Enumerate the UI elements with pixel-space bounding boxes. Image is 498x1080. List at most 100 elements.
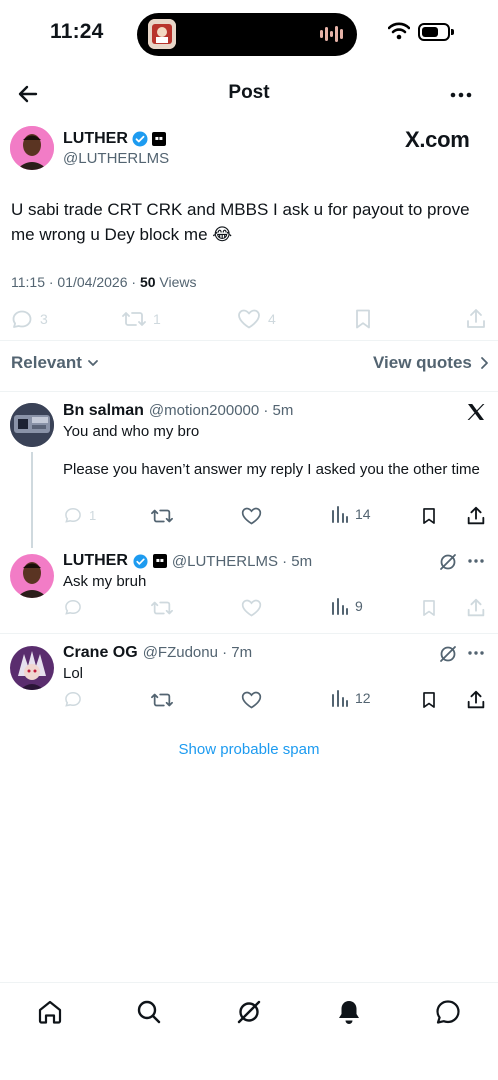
bookmark-button[interactable] — [419, 689, 439, 711]
divider — [0, 391, 498, 392]
more-icon[interactable] — [467, 644, 485, 662]
reply-header[interactable]: LUTHER ▪▪ @LUTHERLMS · 5m — [63, 552, 312, 570]
reply-button[interactable] — [63, 597, 83, 617]
home-icon[interactable] — [37, 999, 63, 1025]
heart-icon — [241, 507, 262, 525]
share-button[interactable] — [465, 505, 487, 527]
show-probable-spam-link[interactable]: Show probable spam — [0, 741, 498, 758]
like-button[interactable] — [240, 597, 263, 619]
reply-icon — [12, 310, 32, 328]
bookmark-button[interactable] — [351, 307, 375, 331]
views-button[interactable]: 12 — [331, 689, 371, 707]
heart-icon — [241, 691, 262, 709]
reply-avatar[interactable] — [10, 403, 54, 447]
reply-header[interactable]: Bn salman @motion200000 · 5m — [63, 402, 293, 420]
reply-avatar[interactable] — [10, 646, 54, 690]
repost-icon — [151, 509, 173, 523]
sort-dropdown[interactable]: Relevant — [11, 353, 100, 373]
like-button[interactable] — [240, 689, 263, 711]
author-name[interactable]: LUTHER — [63, 130, 128, 148]
repost-button[interactable] — [150, 689, 174, 711]
share-button[interactable] — [464, 307, 488, 331]
post-meta: 11:15 · 01/04/2026 · 50 Views — [11, 274, 197, 290]
repost-button[interactable] — [150, 597, 174, 619]
reply-name[interactable]: LUTHER — [63, 552, 128, 570]
views-count: 12 — [355, 690, 371, 706]
audio-waveform-icon — [320, 25, 346, 43]
reply-icon — [65, 507, 81, 523]
share-button[interactable] — [465, 689, 487, 711]
reply-text-line: Please you haven’t answer my reply I ask… — [63, 461, 480, 478]
grok-icon[interactable] — [236, 999, 262, 1025]
reply-button[interactable]: 1 — [63, 505, 96, 525]
bookmark-button[interactable] — [419, 505, 439, 527]
reply-action-bar: 1 14 — [0, 505, 498, 531]
views-count: 14 — [355, 506, 371, 522]
divider — [0, 633, 498, 634]
tab-bar-divider — [0, 982, 498, 983]
messages-icon[interactable] — [435, 999, 461, 1025]
author-handle[interactable]: @LUTHERLMS — [63, 150, 169, 167]
repost-icon — [122, 312, 146, 326]
views-count: 9 — [355, 598, 363, 614]
post-timestamp: 11:15 · 01/04/2026 · — [11, 274, 140, 290]
verified-badge-icon — [133, 553, 148, 569]
grok-icon[interactable] — [438, 552, 458, 572]
heart-icon — [238, 309, 260, 329]
source-brand: X.com — [405, 127, 470, 152]
post-views-count[interactable]: 50 — [140, 274, 156, 290]
reply-avatar[interactable] — [10, 554, 54, 598]
bookmark-icon — [423, 692, 435, 708]
author-avatar[interactable] — [10, 126, 54, 170]
reply-name[interactable]: Crane OG — [63, 644, 138, 662]
reply-count: 1 — [89, 507, 97, 523]
like-count: 4 — [268, 311, 276, 327]
wifi-icon — [388, 22, 410, 40]
affiliate-badge-icon: ▪▪ — [152, 554, 167, 568]
author-name-row[interactable]: LUTHER ▪▪ — [63, 130, 166, 148]
bookmark-icon — [356, 309, 370, 329]
reply-text: Lol — [63, 665, 84, 682]
reply-icon — [65, 599, 81, 615]
battery-level — [422, 27, 438, 37]
reply-button[interactable]: 3 — [10, 307, 48, 331]
reply-text-line: You and who my bro — [63, 423, 200, 440]
post-views-label: Views — [155, 274, 197, 290]
like-button[interactable]: 4 — [236, 307, 276, 331]
view-quotes-link[interactable]: View quotes — [373, 353, 490, 373]
search-icon[interactable] — [136, 999, 162, 1025]
share-icon — [467, 309, 485, 328]
page-title: Post — [228, 82, 270, 103]
repost-button[interactable] — [150, 505, 174, 527]
share-icon — [467, 506, 485, 525]
share-icon — [467, 598, 485, 617]
reply-handle[interactable]: @LUTHERLMS · 5m — [172, 553, 312, 570]
now-playing-thumbnail — [148, 19, 176, 49]
more-icon[interactable] — [467, 552, 485, 570]
reply-handle[interactable]: @FZudonu · 7m — [143, 644, 252, 661]
reply-action-bar: 9 — [0, 597, 498, 623]
reply-handle[interactable]: @motion200000 · 5m — [149, 402, 293, 419]
back-arrow-icon[interactable] — [16, 82, 40, 106]
notifications-icon[interactable] — [336, 998, 362, 1026]
views-icon — [332, 506, 348, 523]
bookmark-button[interactable] — [419, 597, 439, 619]
divider — [0, 340, 498, 341]
grok-icon[interactable] — [438, 644, 458, 664]
reply-name[interactable]: Bn salman — [63, 402, 144, 420]
like-button[interactable] — [240, 505, 263, 527]
bookmark-icon — [423, 508, 435, 524]
share-button[interactable] — [465, 597, 487, 619]
thread-line — [31, 452, 33, 548]
reply-header[interactable]: Crane OG @FZudonu · 7m — [63, 644, 252, 662]
views-button[interactable]: 9 — [331, 597, 363, 615]
reply-action-bar: 12 — [0, 689, 498, 715]
reply-text: You and who my bro Please you haven’t an… — [63, 422, 483, 480]
repost-button[interactable]: 1 — [121, 307, 161, 331]
views-button[interactable]: 14 — [331, 505, 371, 523]
status-time: 11:24 — [50, 20, 104, 43]
post-action-bar: 3 1 4 — [0, 307, 498, 333]
more-icon[interactable] — [449, 85, 473, 105]
reply-button[interactable] — [63, 689, 83, 709]
repost-count: 1 — [153, 311, 161, 327]
